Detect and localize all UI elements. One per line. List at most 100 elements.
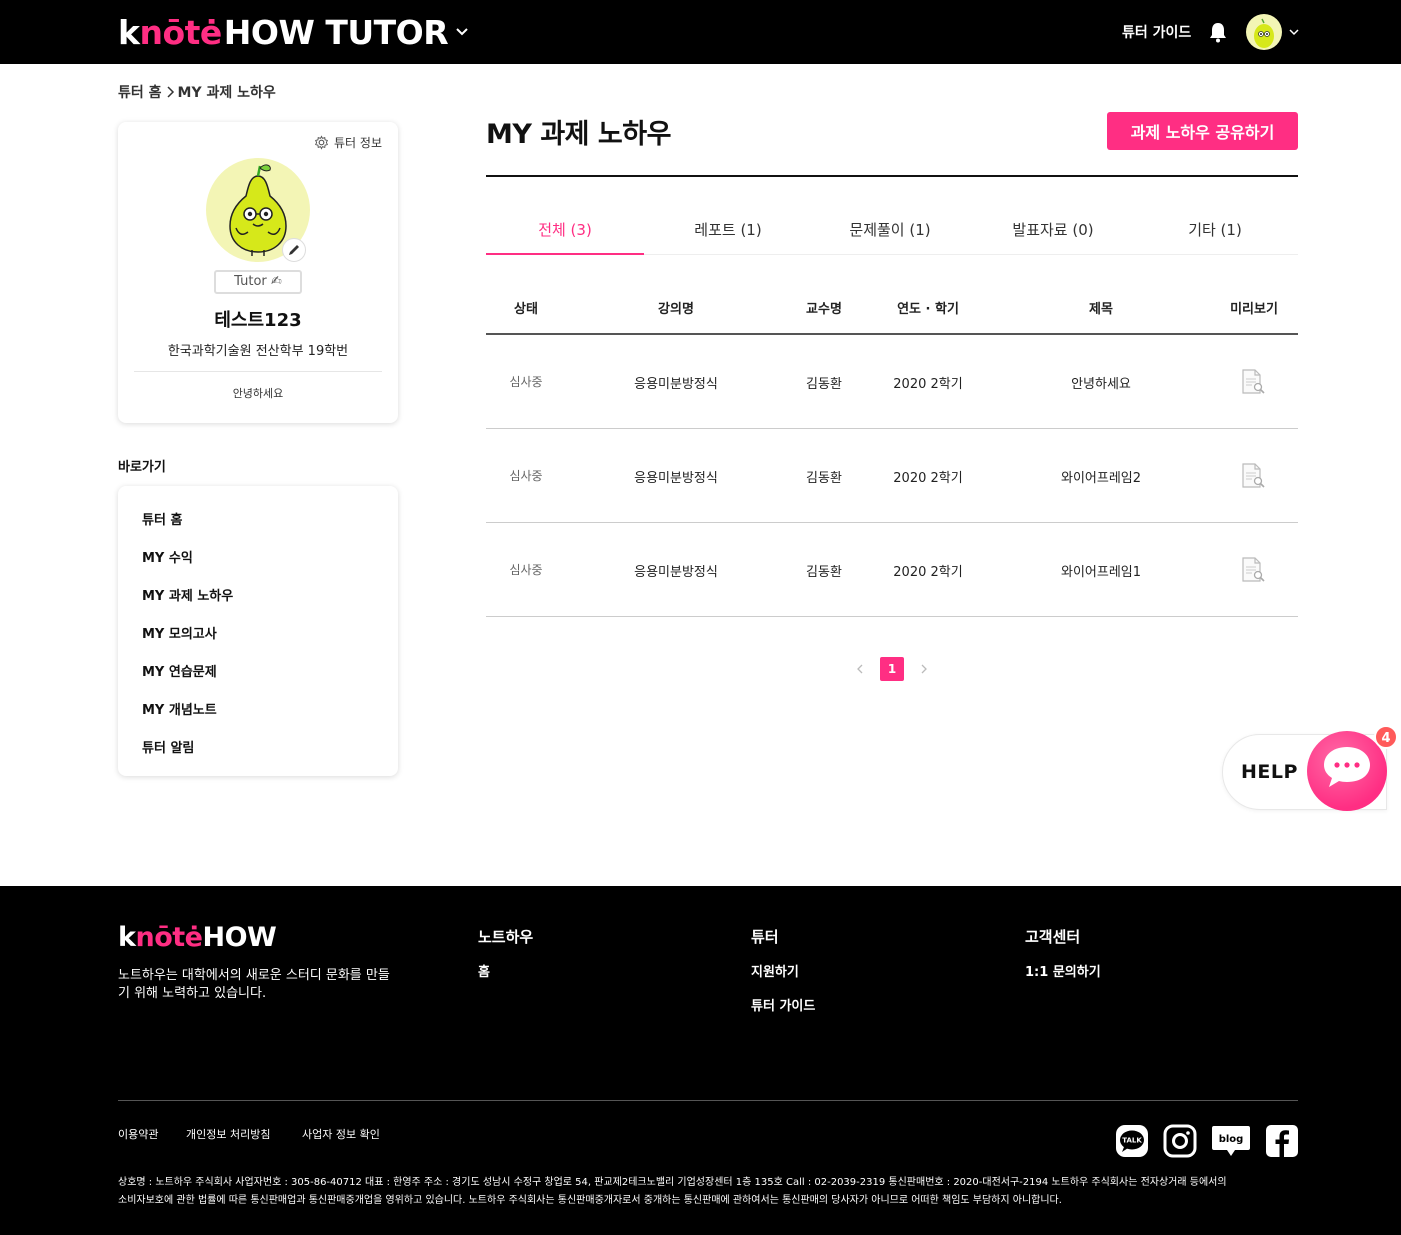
row-course: 응용미분방정식	[634, 565, 718, 580]
document-preview-icon[interactable]	[1240, 462, 1266, 490]
breadcrumb: 튜터 홈 MY 과제 노하우	[118, 82, 276, 102]
divider	[118, 1100, 1298, 1101]
footer-link-inquiry[interactable]: 1:1 문의하기	[1025, 961, 1101, 980]
footer-description: 노트하우는 대학에서의 새로운 스터디 문화를 만들기 위해 노력하고 있습니다…	[118, 968, 390, 1001]
shortcut-tutor-notifications[interactable]: 튜터 알림	[142, 737, 194, 756]
tab-all[interactable]: 전체 (3)	[486, 206, 644, 255]
user-avatar[interactable]	[1246, 14, 1282, 50]
shortcuts-card: 튜터 홈 MY 수익 MY 과제 노하우 MY 모의고사 MY 연습문제 MY …	[118, 486, 398, 776]
chevron-left-icon[interactable]	[853, 662, 867, 676]
row-professor: 김동환	[806, 565, 842, 580]
privacy-link[interactable]: 개인정보 처리방침	[186, 1126, 270, 1142]
divider	[134, 371, 382, 372]
column-header-professor: 교수명	[806, 302, 842, 317]
footer-link-apply[interactable]: 지원하기	[751, 961, 799, 980]
legal-line: 상호명 : 노트하우 주식회사 사업자번호 : 305-86-40712 대표 …	[118, 1177, 1227, 1188]
footer-logo[interactable]: knōtėHOW	[118, 922, 277, 953]
business-info-link[interactable]: 사업자 정보 확인	[302, 1126, 380, 1142]
row-term: 2020 2학기	[893, 377, 963, 392]
profile-card: 튜터 정보 Tutor ✍ 테스트123 한국과학기술원 전산학부 19학번 안…	[118, 122, 398, 423]
footer-column-title: 고객센터	[1025, 928, 1081, 946]
document-preview-icon[interactable]	[1240, 368, 1266, 396]
tab-presentation[interactable]: 발표자료 (0)	[974, 206, 1132, 255]
row-status: 심사중	[509, 469, 543, 483]
notification-badge: 4	[1374, 725, 1398, 749]
page-number-current[interactable]: 1	[880, 657, 904, 681]
document-preview-icon[interactable]	[1240, 556, 1266, 584]
shortcut-my-earnings[interactable]: MY 수익	[142, 547, 193, 566]
shortcut-my-mock-exams[interactable]: MY 모의고사	[142, 623, 217, 642]
chat-bubble-icon[interactable]	[1321, 744, 1373, 790]
legal-line: 소비자보호에 관한 법률에 따른 통신판매업과 통신판매중개업을 영위하고 있습…	[118, 1195, 1062, 1206]
breadcrumb-home[interactable]: 튜터 홈	[118, 82, 162, 102]
chevron-right-icon	[166, 86, 174, 98]
top-header: knōtė HOW TUTOR 튜터 가이드	[0, 0, 1401, 64]
tutor-guide-link[interactable]: 튜터 가이드	[1122, 22, 1191, 42]
profile-greeting: 안녕하세요	[232, 387, 284, 400]
talk-label: TALK	[1122, 1137, 1142, 1145]
table-row[interactable]: 심사중 응용미분방정식 김동환 2020 2학기 안녕하세요	[486, 335, 1298, 429]
profile-name: 테스트123	[214, 310, 302, 331]
chevron-down-icon[interactable]	[1288, 25, 1300, 39]
column-header-status: 상태	[514, 302, 538, 317]
footer-logo-knote: knōtė	[118, 922, 203, 953]
tab-report[interactable]: 레포트 (1)	[649, 206, 807, 255]
profile-school: 한국과학기술원 전산학부 19학번	[167, 344, 349, 359]
row-professor: 김동환	[806, 377, 842, 392]
shortcut-tutor-home[interactable]: 튜터 홈	[142, 509, 182, 528]
chevron-right-icon[interactable]	[917, 662, 931, 676]
table-row[interactable]: 심사중 응용미분방정식 김동환 2020 2학기 와이어프레임2	[486, 429, 1298, 523]
instagram-icon[interactable]	[1163, 1124, 1197, 1158]
column-header-preview: 미리보기	[1230, 302, 1278, 317]
row-course: 응용미분방정식	[634, 377, 718, 392]
column-header-course: 강의명	[658, 302, 694, 317]
table-header: 상태 강의명 교수명 연도 · 학기 제목 미리보기	[486, 282, 1298, 335]
chevron-down-icon[interactable]	[455, 22, 469, 42]
help-label: HELP	[1241, 761, 1298, 783]
column-header-title: 제목	[1089, 302, 1113, 317]
tutor-info-button[interactable]: 튜터 정보	[314, 134, 382, 151]
kakaotalk-icon[interactable]: TALK	[1115, 1124, 1149, 1158]
footer-logo-suffix: HOW	[202, 922, 277, 953]
tutor-info-label: 튜터 정보	[334, 136, 382, 150]
tutor-badge: Tutor ✍	[214, 270, 302, 294]
footer-link-home[interactable]: 홈	[478, 961, 490, 980]
footer: knōtėHOW 노트하우는 대학에서의 새로운 스터디 문화를 만들기 위해 …	[0, 886, 1401, 1235]
logo-suffix: HOW TUTOR	[223, 12, 449, 52]
tab-problem-solving[interactable]: 문제풀이 (1)	[811, 206, 969, 255]
terms-link[interactable]: 이용약관	[118, 1126, 158, 1142]
footer-column-title: 튜터	[751, 928, 779, 946]
blog-icon[interactable]: blog	[1211, 1124, 1251, 1158]
tab-other[interactable]: 기타 (1)	[1136, 206, 1294, 255]
row-title: 안녕하세요	[1071, 377, 1131, 392]
row-status: 심사중	[509, 563, 543, 577]
footer-link-tutor-guide[interactable]: 튜터 가이드	[751, 995, 815, 1014]
shortcut-my-assignments[interactable]: MY 과제 노하우	[142, 585, 233, 604]
logo-knote: knōtė	[118, 12, 222, 52]
divider	[486, 175, 1298, 177]
shortcut-my-concept-notes[interactable]: MY 개념노트	[142, 699, 217, 718]
pencil-icon	[289, 245, 299, 255]
row-professor: 김동환	[806, 471, 842, 486]
row-title: 와이어프레임2	[1060, 471, 1142, 486]
table-row[interactable]: 심사중 응용미분방정식 김동환 2020 2학기 와이어프레임1	[486, 523, 1298, 617]
share-knowhow-button[interactable]: 과제 노하우 공유하기	[1107, 112, 1298, 150]
category-tabs: 전체 (3) 레포트 (1) 문제풀이 (1) 발표자료 (0) 기타 (1)	[486, 206, 1298, 255]
column-header-term: 연도 · 학기	[897, 302, 959, 317]
row-term: 2020 2학기	[893, 471, 963, 486]
edit-avatar-button[interactable]	[282, 238, 306, 262]
shortcuts-title: 바로가기	[118, 460, 166, 475]
row-status: 심사중	[509, 375, 543, 389]
breadcrumb-current: MY 과제 노하우	[177, 85, 276, 101]
footer-column-title: 노트하우	[478, 928, 534, 946]
brand-logo[interactable]: knōtė HOW TUTOR	[118, 12, 449, 52]
shortcut-my-practice[interactable]: MY 연습문제	[142, 661, 217, 680]
bell-icon[interactable]	[1208, 21, 1228, 43]
blog-label: blog	[1219, 1134, 1244, 1145]
legal-text: 상호명 : 노트하우 주식회사 사업자번호 : 305-86-40712 대표 …	[118, 1174, 1298, 1210]
page-title: MY 과제 노하우	[486, 119, 671, 150]
facebook-icon[interactable]	[1265, 1124, 1299, 1158]
gear-icon	[315, 135, 328, 150]
pear-mascot-icon	[1254, 18, 1274, 48]
row-term: 2020 2학기	[893, 565, 963, 580]
